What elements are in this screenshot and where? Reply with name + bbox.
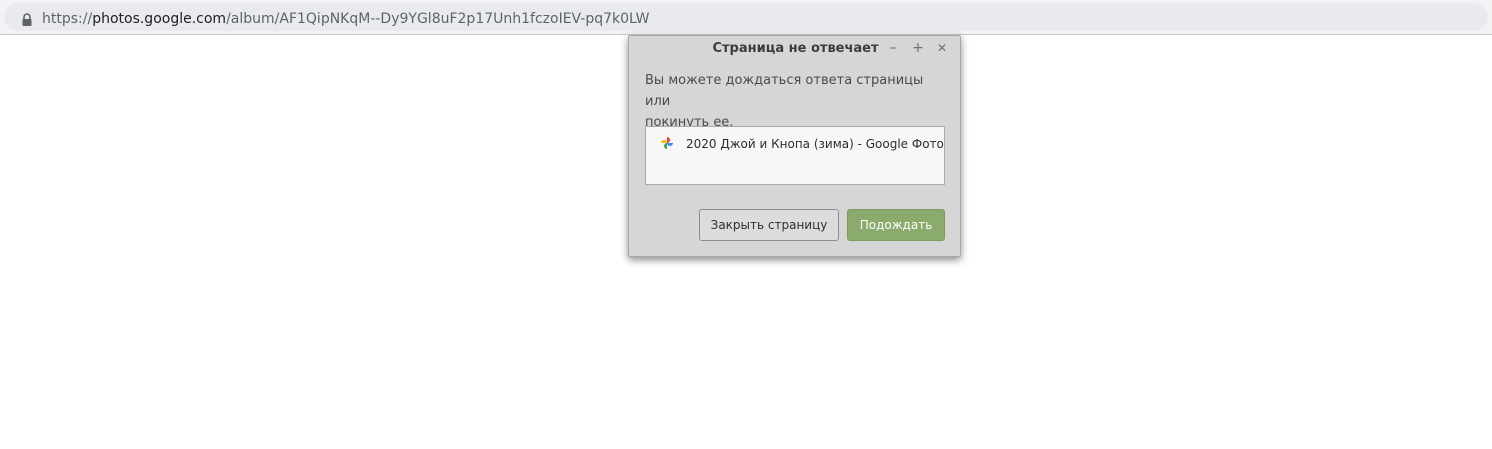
close-icon[interactable]: ✕ (934, 40, 950, 56)
dialog-message: Вы можете дождаться ответа страницы или … (645, 70, 945, 133)
wait-button[interactable]: Подождать (847, 209, 945, 241)
close-page-button[interactable]: Закрыть страницу (699, 209, 839, 241)
url-text[interactable]: https://photos.google.com/album/AF1QipNK… (42, 10, 649, 28)
url-host: photos.google.com (92, 11, 227, 27)
address-bar[interactable]: https://photos.google.com/album/AF1QipNK… (4, 3, 1488, 31)
url-scheme: https:// (42, 11, 93, 27)
minimize-icon[interactable]: – (885, 40, 901, 56)
browser-toolbar: https://photos.google.com/album/AF1QipNK… (0, 0, 1492, 35)
google-photos-icon (661, 137, 673, 149)
message-line: Вы можете дождаться ответа страницы или (645, 73, 924, 109)
page-title: 2020 Джой и Кнопа (зима) - Google Фото (686, 137, 944, 151)
url-path: /album/AF1QipNKqM--Dy9YGl8uF2p17Unh1fczo… (226, 11, 650, 27)
list-item[interactable]: 2020 Джой и Кнопа (зима) - Google Фото (646, 127, 944, 157)
unresponsive-pages-list: 2020 Джой и Кнопа (зима) - Google Фото (645, 126, 945, 185)
page-unresponsive-dialog: Страница не отвечает – + ✕ Вы можете дож… (628, 35, 961, 257)
lock-icon[interactable] (21, 13, 33, 27)
maximize-icon[interactable]: + (910, 40, 926, 56)
